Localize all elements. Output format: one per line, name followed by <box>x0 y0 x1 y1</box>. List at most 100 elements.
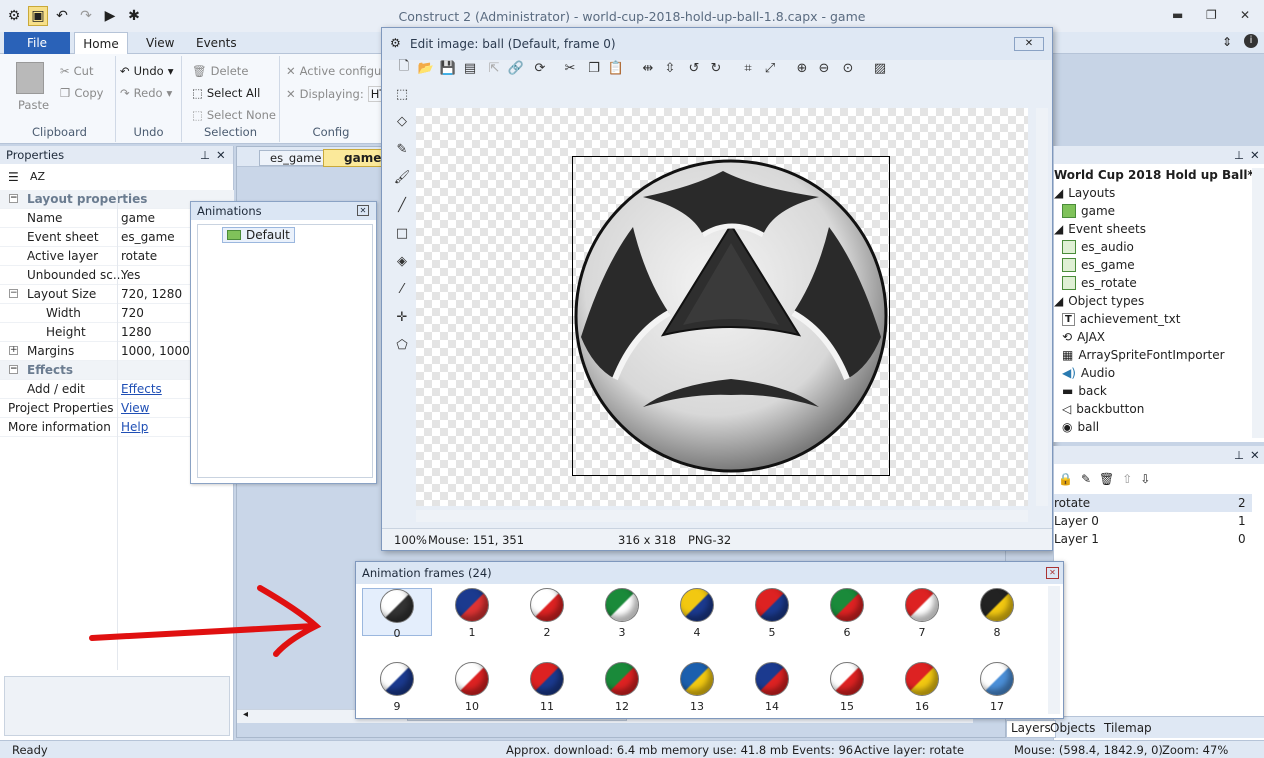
layer-row[interactable]: Layer 0 1 <box>1054 512 1252 530</box>
copy-button[interactable]: ❐ Copy <box>60 86 103 100</box>
tab-home[interactable]: Home <box>74 32 128 54</box>
zoom-in-icon[interactable]: ⊕ <box>792 58 812 78</box>
frame-item[interactable]: 9 <box>362 662 432 713</box>
tab-layers[interactable]: Layers <box>1006 720 1056 738</box>
new-icon[interactable]: 🗋 <box>394 58 414 78</box>
fill-icon[interactable]: ◈ <box>392 251 412 271</box>
export-icon[interactable]: ⇱ <box>484 58 504 78</box>
crop-icon[interactable]: ⌗ <box>738 58 758 78</box>
frame-item[interactable]: 15 <box>812 662 882 713</box>
collapse-icon[interactable]: − <box>9 194 18 203</box>
flip-horizontal-icon[interactable]: ⇹ <box>638 58 658 78</box>
property-value[interactable]: 720, 1280 <box>121 285 182 304</box>
property-value[interactable]: 720 <box>121 304 144 323</box>
copy-icon[interactable]: ❐ <box>584 58 604 78</box>
cut-icon[interactable]: ✂ <box>560 58 580 78</box>
object-item[interactable]: ▦ ArraySpriteFontImporter <box>1062 348 1225 362</box>
canvas-horizontal-scrollbar[interactable] <box>416 510 1028 522</box>
frame-item[interactable]: 2 <box>512 588 582 639</box>
eyedropper-icon[interactable]: ⁄ <box>392 279 412 299</box>
minimize-icon[interactable]: ▬ <box>1172 8 1183 22</box>
pin-icon[interactable]: ⊥ <box>1234 146 1244 164</box>
rectangle-icon[interactable]: □ <box>392 223 412 243</box>
collision-polygon-icon[interactable]: ⬠ <box>392 335 412 355</box>
move-up-icon[interactable]: ⇧ <box>1122 472 1132 486</box>
property-value[interactable]: 1280 <box>121 323 152 342</box>
pin-icon[interactable]: ⊥ <box>200 146 210 164</box>
layouts-folder[interactable]: ◢ Layouts <box>1054 186 1115 200</box>
property-value[interactable]: rotate <box>121 247 157 266</box>
collapse-icon[interactable]: − <box>9 365 18 374</box>
color-palette-icon[interactable]: ▨ <box>870 58 890 78</box>
cut-button[interactable]: ✂ Cut <box>60 64 93 78</box>
eraser-icon[interactable]: ◇ <box>392 111 412 131</box>
property-link[interactable]: View <box>121 399 149 418</box>
frame-item[interactable]: 16 <box>887 662 957 713</box>
object-item[interactable]: ◉ ball <box>1062 420 1099 434</box>
resize-icon[interactable]: ⤢ <box>760 58 780 78</box>
layout-item-game[interactable]: game <box>1062 204 1115 218</box>
frame-item[interactable]: 10 <box>437 662 507 713</box>
layer-row-selected[interactable]: rotate 2 <box>1054 494 1252 512</box>
open-icon[interactable]: 📂 <box>416 58 436 78</box>
pin-icon[interactable]: ⊥ <box>1234 446 1244 464</box>
frames-scrollbar[interactable] <box>1048 586 1060 714</box>
animation-item-default[interactable]: Default <box>222 227 295 243</box>
rotate-cw-icon[interactable]: ↻ <box>706 58 726 78</box>
ribbon-collapse-icon[interactable]: ⇕ <box>1222 35 1232 49</box>
property-value[interactable]: es_game <box>121 228 175 247</box>
frame-item[interactable]: 6 <box>812 588 882 639</box>
event-item[interactable]: es_audio <box>1062 240 1134 254</box>
brush-icon[interactable]: 🖌 <box>392 167 412 187</box>
refresh-icon[interactable]: ⟳ <box>530 58 550 78</box>
property-value[interactable]: Yes <box>121 266 140 285</box>
line-icon[interactable]: ╱ <box>392 195 412 215</box>
property-value[interactable]: 1000, 1000 <box>121 342 190 361</box>
rectangle-select-icon[interactable]: ⬚ <box>392 84 412 104</box>
property-link[interactable]: Help <box>121 418 148 437</box>
tab-events[interactable]: Events <box>182 32 251 54</box>
maximize-icon[interactable]: ❐ <box>1206 8 1217 22</box>
property-link[interactable]: Effects <box>121 380 162 399</box>
frame-item[interactable]: 13 <box>662 662 732 713</box>
object-item[interactable]: ▬ back <box>1062 384 1107 398</box>
canvas-vertical-scrollbar[interactable] <box>1036 108 1048 506</box>
project-root[interactable]: World Cup 2018 Hold up Ball* <box>1054 168 1254 182</box>
zoom-out-icon[interactable]: ⊖ <box>814 58 834 78</box>
help-icon[interactable]: i <box>1244 34 1258 48</box>
property-value[interactable]: game <box>121 209 155 228</box>
move-down-icon[interactable]: ⇩ <box>1140 472 1150 486</box>
flip-vertical-icon[interactable]: ⇳ <box>660 58 680 78</box>
close-icon[interactable]: ✕ <box>1046 567 1059 579</box>
close-icon[interactable]: ✕ <box>1250 146 1260 164</box>
select-none-button[interactable]: ⬚ Select None <box>192 108 276 122</box>
projects-scrollbar[interactable] <box>1252 168 1264 438</box>
tab-objects[interactable]: Objects <box>1050 721 1095 735</box>
save-as-icon[interactable]: ▤ <box>460 58 480 78</box>
zoom-reset-icon[interactable]: ⊙ <box>838 58 858 78</box>
object-types-folder[interactable]: ◢ Object types <box>1054 294 1144 308</box>
object-item[interactable]: ◀) Audio <box>1062 366 1115 380</box>
link-icon[interactable]: 🔗 <box>506 58 526 78</box>
undo-button[interactable]: ↶ Undo ▾ <box>120 64 173 78</box>
frame-item[interactable]: 3 <box>587 588 657 639</box>
frame-item[interactable]: 14 <box>737 662 807 713</box>
object-item[interactable]: ◁ backbutton <box>1062 402 1144 416</box>
tab-es-game[interactable]: es_game <box>259 150 333 166</box>
tab-view[interactable]: View <box>132 32 188 54</box>
frame-item[interactable]: 7 <box>887 588 957 639</box>
close-icon[interactable]: ✕ <box>1240 8 1250 22</box>
frame-item[interactable]: 17 <box>962 662 1032 713</box>
event-item[interactable]: es_game <box>1062 258 1135 272</box>
frame-item[interactable]: 11 <box>512 662 582 713</box>
frame-item[interactable]: 12 <box>587 662 657 713</box>
trash-icon[interactable]: 🗑 <box>1099 472 1114 486</box>
frame-item[interactable]: 5 <box>737 588 807 639</box>
close-icon[interactable]: ✕ <box>1250 446 1260 464</box>
image-canvas[interactable] <box>416 108 1028 506</box>
close-icon[interactable]: ✕ <box>357 205 369 216</box>
expand-icon[interactable]: + <box>9 346 18 355</box>
redo-button[interactable]: ↷ Redo ▾ <box>120 86 172 100</box>
object-item[interactable]: Tachievement_txt <box>1062 312 1180 326</box>
origin-point-icon[interactable]: ✛ <box>392 307 412 327</box>
